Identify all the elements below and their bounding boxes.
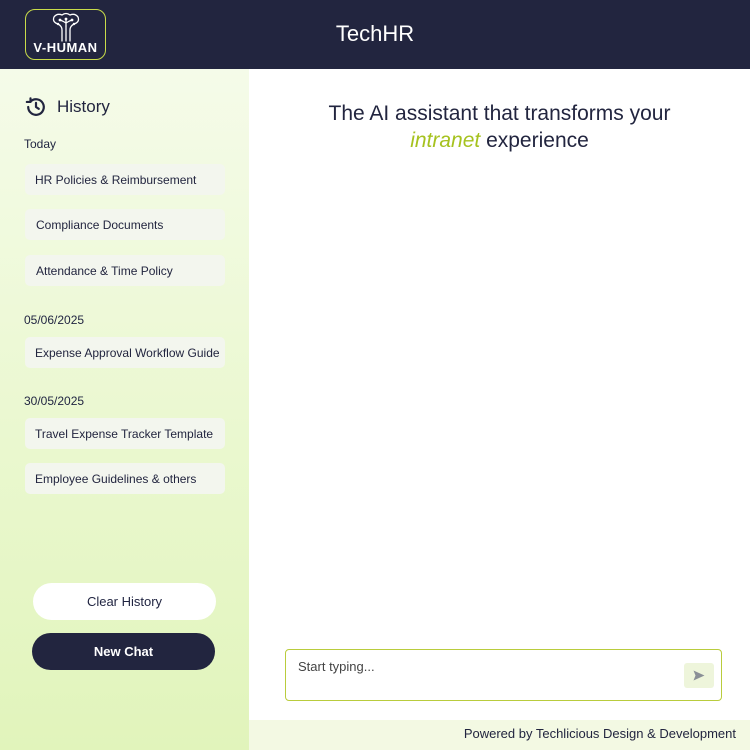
history-item[interactable]: HR Policies & Reimbursement	[25, 164, 225, 195]
group-label-date: 30/05/2025	[24, 394, 85, 408]
history-icon	[25, 97, 45, 116]
history-item[interactable]: Expense Approval Workflow Guide	[25, 337, 225, 368]
history-title: History	[57, 97, 110, 116]
history-item[interactable]: Employee Guidelines & others	[25, 463, 225, 494]
app-header: V-HUMAN TechHR	[0, 0, 750, 69]
app-title: TechHR	[335, 21, 415, 46]
tagline-accent: intranet	[410, 129, 481, 152]
chat-composer	[285, 649, 722, 701]
history-item[interactable]: Travel Expense Tracker Template	[25, 418, 225, 449]
footer-credit: Powered by Techlicious Design & Developm…	[249, 720, 750, 750]
history-item[interactable]: Compliance Documents	[25, 209, 225, 240]
tagline-line-1: The AI assistant that transforms your	[328, 102, 671, 125]
history-item[interactable]: Attendance & Time Policy	[25, 255, 225, 286]
history-header: History	[25, 95, 110, 119]
group-label-today: Today	[24, 137, 57, 151]
message-input[interactable]	[286, 650, 676, 700]
history-sidebar: History Today HR Policies & Reimbursemen…	[0, 69, 249, 750]
group-label-date: 05/06/2025	[24, 313, 85, 327]
tagline-rest: experience	[480, 129, 589, 152]
new-chat-button[interactable]: New Chat	[32, 633, 215, 670]
send-button[interactable]	[684, 663, 714, 688]
send-icon	[693, 670, 705, 681]
clear-history-button[interactable]: Clear History	[33, 583, 216, 620]
tagline-line-2: intranet experience	[249, 127, 750, 154]
hero-tagline: The AI assistant that transforms your in…	[249, 100, 750, 154]
